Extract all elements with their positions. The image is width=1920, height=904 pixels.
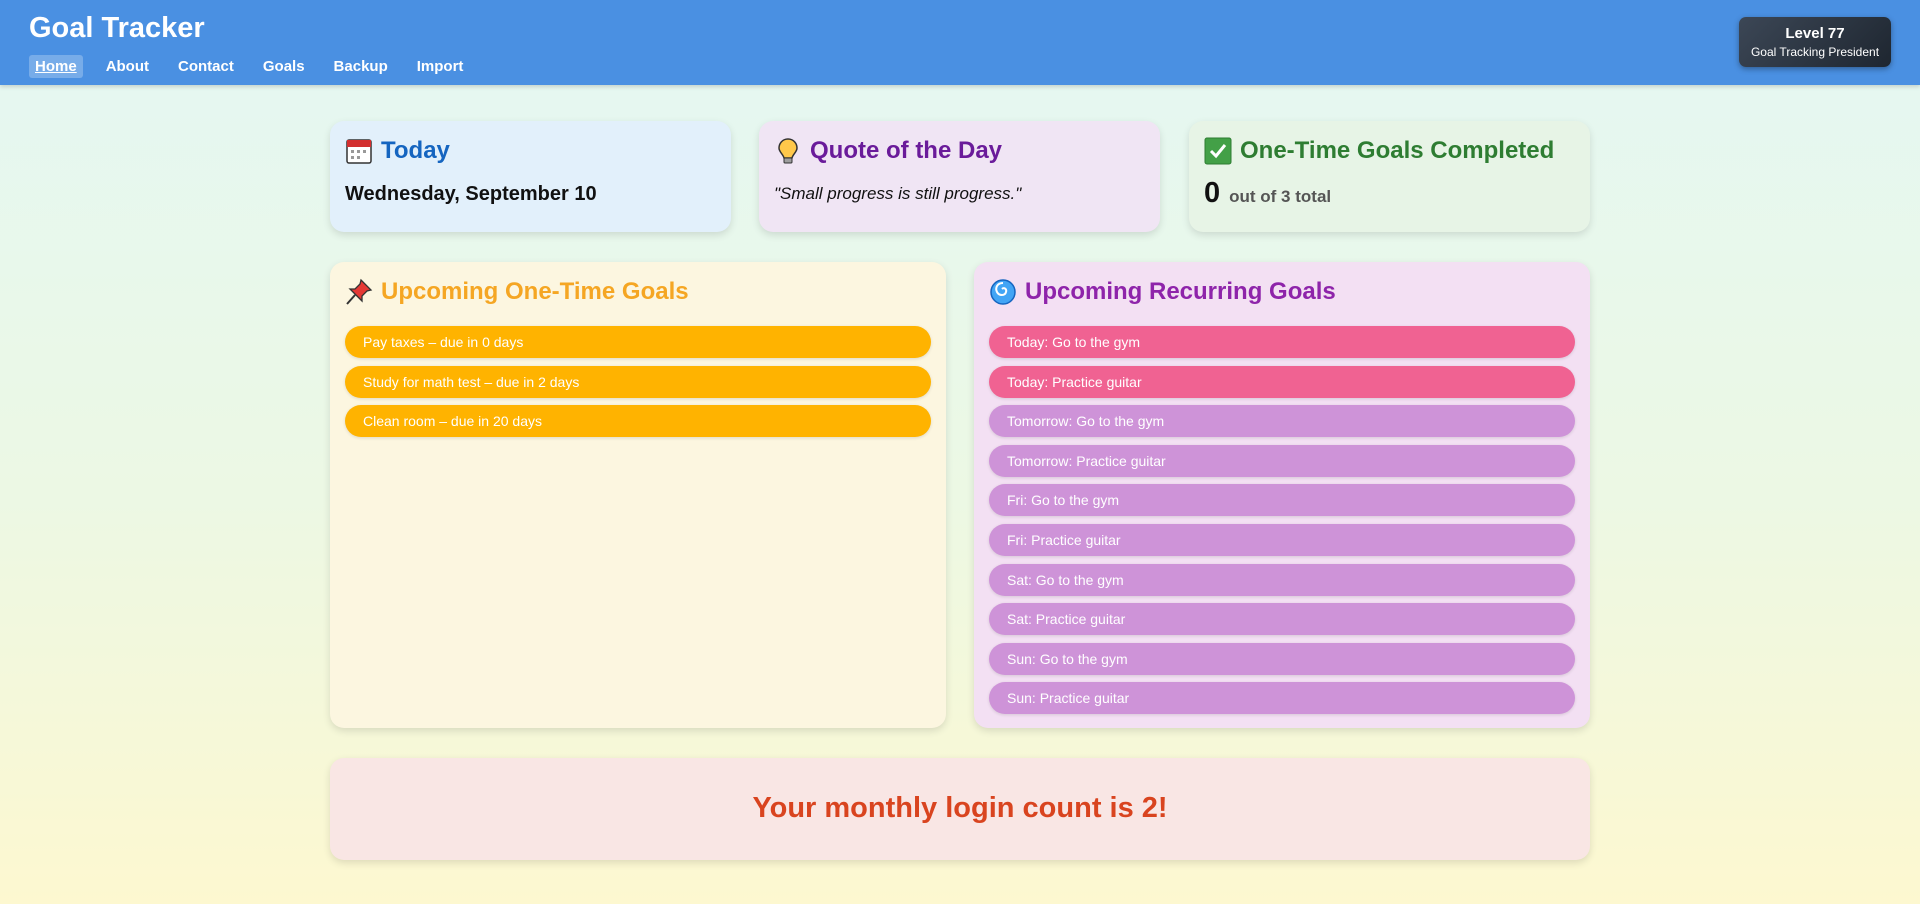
nav-goals[interactable]: Goals (257, 55, 311, 78)
recurring-goal-item[interactable]: Sun: Practice guitar (989, 682, 1575, 715)
recurring-goal-item[interactable]: Today: Go to the gym (989, 326, 1575, 358)
completed-total: out of 3 total (1229, 187, 1332, 206)
recurring-goal-item[interactable]: Fri: Practice guitar (989, 523, 1575, 556)
nav-backup[interactable]: Backup (328, 55, 394, 78)
recurring-goal-item[interactable]: Fri: Go to the gym (989, 484, 1575, 517)
recurring-goal-item[interactable]: Sun: Go to the gym (989, 642, 1575, 675)
nav-import[interactable]: Import (411, 55, 470, 78)
recurring-goals-card: Upcoming Recurring Goals Today: Go to th… (974, 262, 1590, 728)
recurring-goal-list: Today: Go to the gym Today: Practice gui… (989, 326, 1575, 715)
pushpin-icon (345, 278, 373, 306)
recurring-goal-item[interactable]: Today: Practice guitar (989, 365, 1575, 398)
quote-card: Quote of the Day "Small progress is stil… (759, 121, 1160, 232)
nav-contact[interactable]: Contact (172, 55, 240, 78)
app-title: Goal Tracker (29, 12, 205, 44)
onetime-heading: Upcoming One-Time Goals (381, 278, 689, 305)
onetime-goal-item[interactable]: Clean room – due in 20 days (345, 405, 931, 438)
level-badge: Level 77 Goal Tracking President (1739, 17, 1891, 67)
login-count-text: Your monthly login count is 2! (752, 792, 1168, 824)
today-heading: Today (381, 137, 450, 164)
quote-heading: Quote of the Day (810, 137, 1003, 164)
main-nav: Home About Contact Goals Backup Import (29, 55, 486, 78)
lightbulb-icon (774, 137, 802, 165)
level-label: Level 77 (1785, 25, 1845, 42)
onetime-goals-card: Upcoming One-Time Goals Pay taxes – due … (330, 262, 946, 728)
quote-text: "Small progress is still progress." (774, 184, 1022, 203)
today-card: Today Wednesday, September 10 (330, 121, 731, 232)
recurring-goal-item[interactable]: Sat: Practice guitar (989, 603, 1575, 636)
completed-count: 0 (1204, 177, 1221, 209)
onetime-goal-item[interactable]: Pay taxes – due in 0 days (345, 326, 931, 358)
recurring-heading: Upcoming Recurring Goals (1025, 278, 1336, 305)
completed-heading: One-Time Goals Completed (1240, 137, 1555, 164)
cyclone-icon (989, 278, 1017, 306)
calendar-icon (345, 137, 373, 165)
onetime-goal-list: Pay taxes – due in 0 days Study for math… (345, 326, 931, 438)
app-header: Goal Tracker Home About Contact Goals Ba… (0, 0, 1920, 85)
nav-about[interactable]: About (100, 55, 155, 78)
recurring-goal-item[interactable]: Sat: Go to the gym (989, 563, 1575, 596)
level-title: Goal Tracking President (1750, 45, 1880, 59)
recurring-goal-item[interactable]: Tomorrow: Practice guitar (989, 444, 1575, 477)
checkmark-icon (1204, 137, 1232, 165)
nav-home[interactable]: Home (29, 55, 83, 78)
completed-card: One-Time Goals Completed 0 out of 3 tota… (1189, 121, 1590, 232)
onetime-goal-item[interactable]: Study for math test – due in 2 days (345, 365, 931, 398)
login-count-card: Your monthly login count is 2! (330, 758, 1590, 860)
today-date: Wednesday, September 10 (345, 183, 597, 205)
recurring-goal-item[interactable]: Tomorrow: Go to the gym (989, 405, 1575, 438)
